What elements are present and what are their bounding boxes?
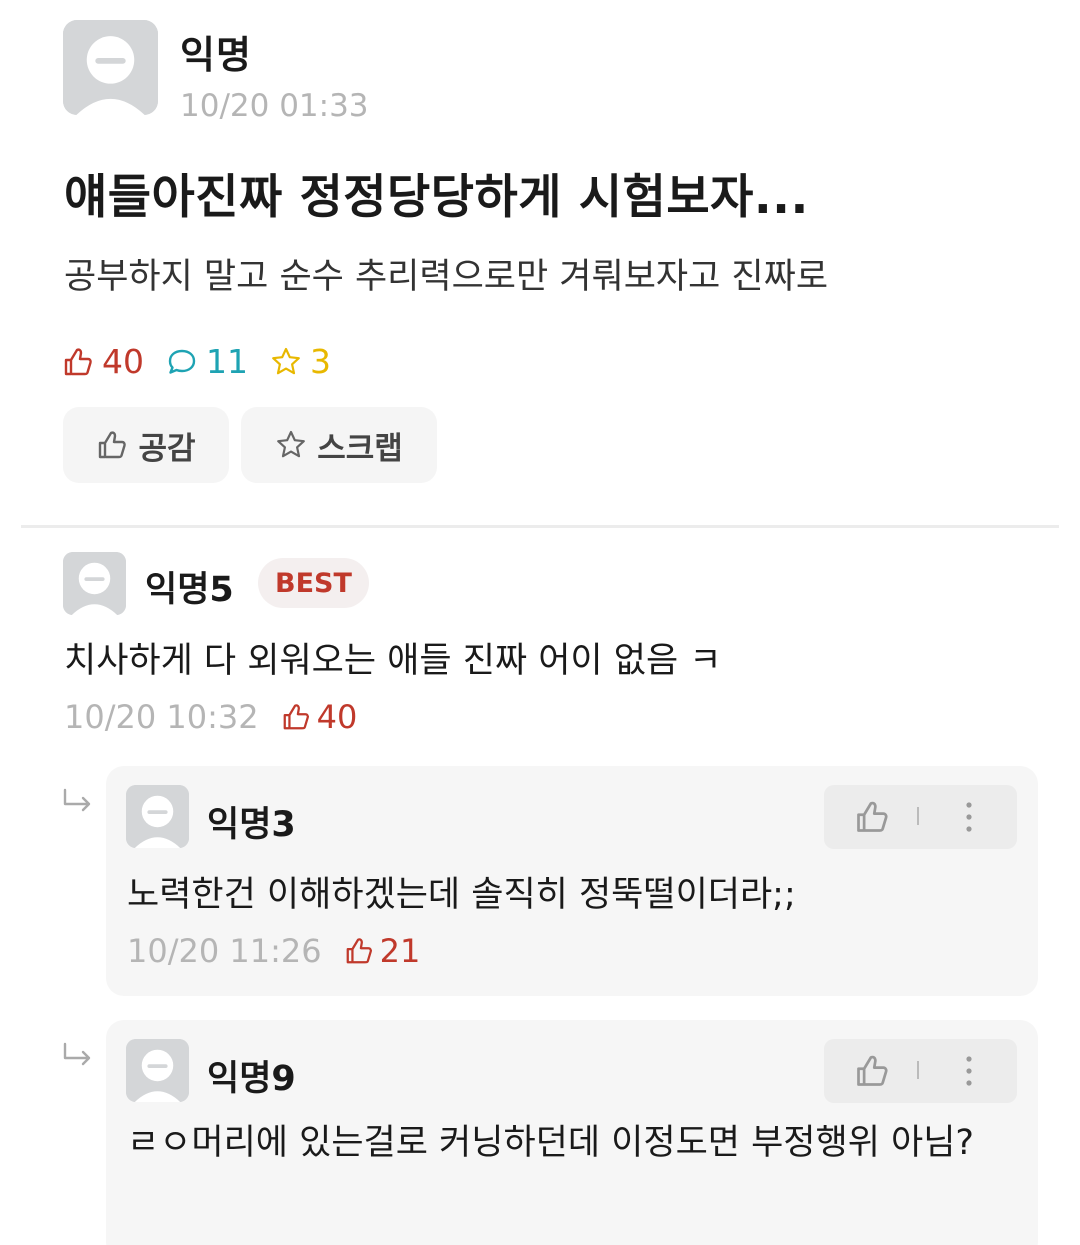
post-timestamp: 10/20 01:33: [180, 88, 369, 124]
post-title: 얘들아진짜 정정당당하게 시험보자...: [64, 170, 809, 225]
scrap-button[interactable]: 스크랩: [241, 407, 437, 483]
like-count-value: 40: [102, 342, 144, 381]
avatar-icon: [63, 552, 126, 615]
reply-arrow-icon: [63, 1042, 91, 1066]
post-body: 공부하지 말고 순수 추리력으로만 겨뤄보자고 진짜로: [64, 257, 829, 297]
reply-like-value: 21: [379, 932, 421, 970]
comment-meta: 10/20 10:32 40: [64, 698, 357, 736]
star-icon: [275, 429, 307, 461]
scrap-count: 3: [270, 342, 331, 381]
thumbs-up-icon: [344, 936, 374, 966]
reply-card: 익명3 노력한건 이해하겠는데 솔직히 정뚝떨이더라;; 10/20 11:26…: [106, 766, 1038, 996]
reply-action-bar: [824, 1039, 1017, 1103]
section-divider: [21, 525, 1059, 528]
reply-like-count: 21: [344, 932, 421, 970]
like-button-label: 공감: [138, 430, 196, 467]
comment-timestamp: 10/20 10:32: [64, 698, 259, 736]
star-icon: [270, 346, 302, 378]
thumbs-up-icon[interactable]: [854, 799, 890, 835]
reply-author-name: 익명3: [207, 805, 296, 845]
thumbs-up-icon: [96, 429, 128, 461]
comment-like-count: 40: [281, 698, 358, 736]
comment-count-value: 11: [206, 342, 248, 381]
like-count: 40: [62, 342, 144, 381]
reply-arrow-icon: [63, 788, 91, 812]
post-author-name: 익명: [180, 33, 252, 77]
scrap-count-value: 3: [310, 342, 331, 381]
reply-card: 익명9 ㄹㅇ머리에 있는걸로 커닝하던데 이정도면 부정행위 아님?: [106, 1020, 1038, 1245]
reply-text: ㄹㅇ머리에 있는걸로 커닝하던데 이정도면 부정행위 아님?: [127, 1123, 975, 1163]
reply-author-name: 익명9: [207, 1059, 296, 1099]
reply-meta: 10/20 11:26 21: [127, 932, 420, 970]
best-badge: BEST: [258, 558, 369, 608]
post-author-avatar: [63, 20, 158, 115]
scrap-button-label: 스크랩: [317, 430, 403, 467]
reply-timestamp: 10/20 11:26: [127, 932, 322, 970]
reply-author-avatar: [126, 785, 189, 848]
comment-like-value: 40: [316, 698, 358, 736]
reply-author-avatar: [126, 1039, 189, 1102]
reply-text: 노력한건 이해하겠는데 솔직히 정뚝떨이더라;;: [127, 875, 796, 915]
comment-author-avatar: [63, 552, 126, 615]
avatar-icon: [63, 20, 158, 115]
action-divider: [917, 807, 919, 825]
thumbs-up-icon[interactable]: [854, 1053, 890, 1089]
comment-bubble-icon: [166, 346, 198, 378]
comment-author-name: 익명5: [145, 570, 234, 610]
reply-action-bar: [824, 785, 1017, 849]
thumbs-up-icon: [62, 346, 94, 378]
avatar-icon: [126, 1039, 189, 1102]
comment-text: 치사하게 다 외워오는 애들 진짜 어이 없음 ㅋ: [64, 641, 722, 681]
action-divider: [917, 1061, 919, 1079]
avatar-icon: [126, 785, 189, 848]
like-button[interactable]: 공감: [63, 407, 229, 483]
post-stats: 40 11 3: [62, 342, 353, 381]
more-options-icon[interactable]: [954, 1051, 984, 1091]
more-options-icon[interactable]: [954, 797, 984, 837]
comment-count: 11: [166, 342, 248, 381]
thumbs-up-icon: [281, 702, 311, 732]
